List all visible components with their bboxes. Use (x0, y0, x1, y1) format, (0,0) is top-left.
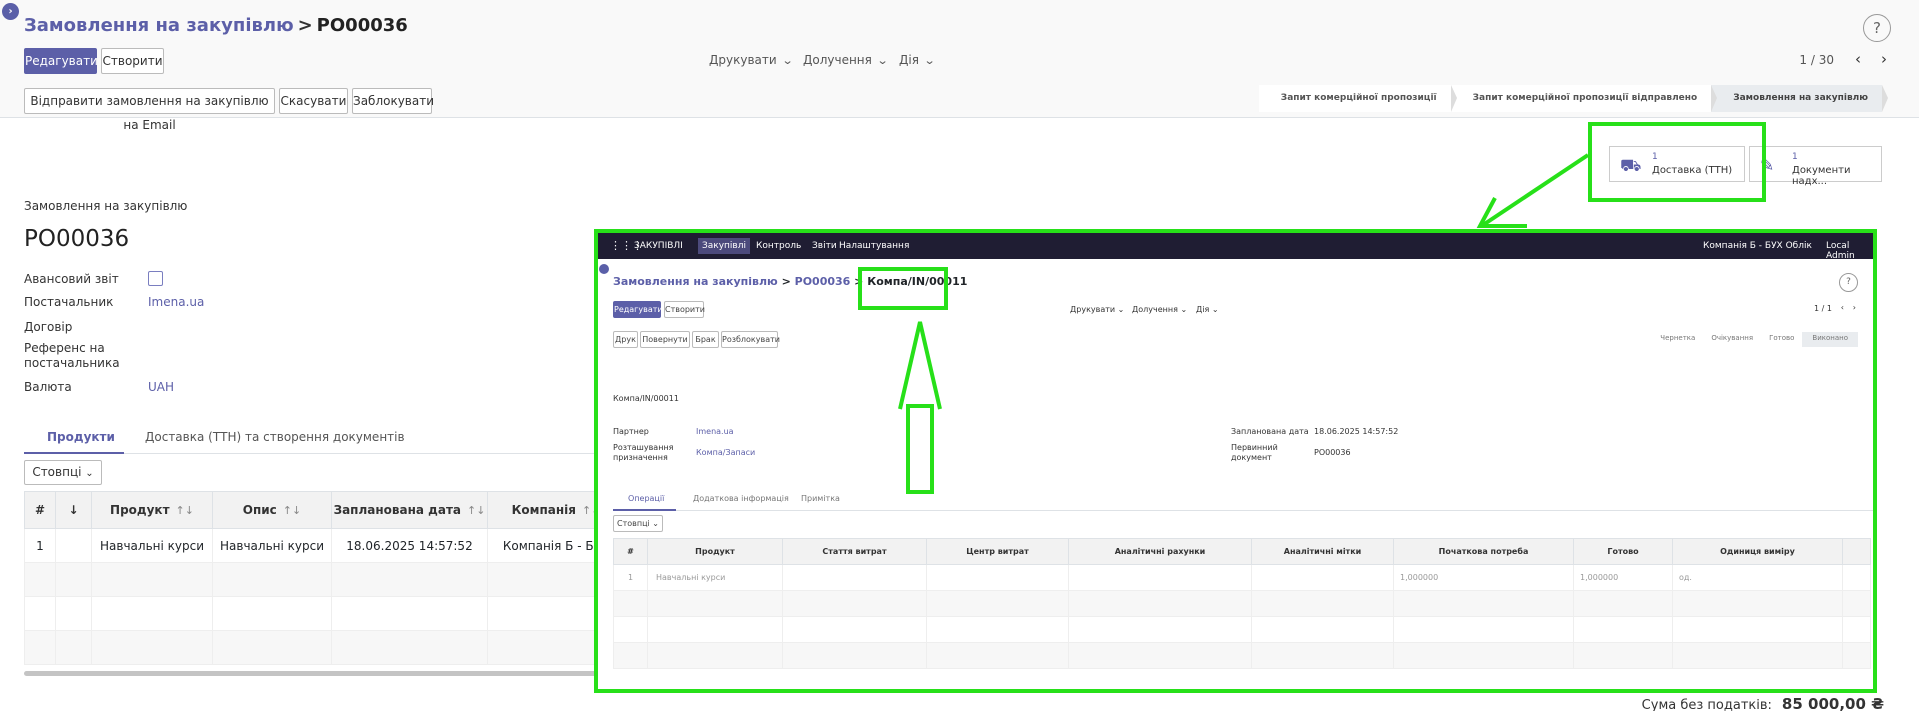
annotation-arrow-diagonal (1481, 153, 1590, 227)
annotation-arrows (898, 153, 1590, 410)
page: › Замовлення на закупівлю > PO00036 ? Реда… (0, 0, 1919, 711)
annotation-arrowhead-up (898, 321, 942, 410)
